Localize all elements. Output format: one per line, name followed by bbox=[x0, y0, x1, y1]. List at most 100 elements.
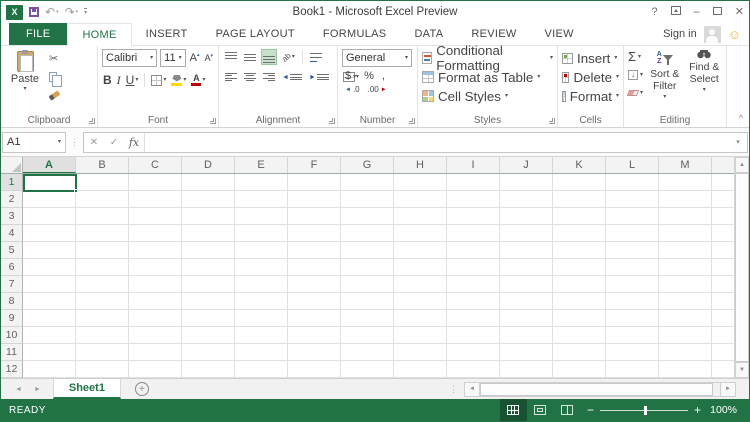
next-sheet-button[interactable]: ► bbox=[34, 386, 41, 393]
cell-D8[interactable] bbox=[182, 293, 235, 310]
previous-sheet-button[interactable]: ◄ bbox=[15, 386, 22, 393]
fill-handle[interactable] bbox=[74, 189, 78, 193]
cell-M12[interactable] bbox=[659, 361, 712, 378]
cell-I11[interactable] bbox=[447, 344, 500, 361]
cell-A5[interactable] bbox=[23, 242, 76, 259]
cell-H5[interactable] bbox=[394, 242, 447, 259]
cell-styles-button[interactable]: Cell Styles▾ bbox=[422, 88, 553, 104]
cell-E2[interactable] bbox=[235, 191, 288, 208]
column-header-K[interactable]: K bbox=[553, 157, 606, 173]
column-header-L[interactable]: L bbox=[606, 157, 659, 173]
cell-D10[interactable] bbox=[182, 327, 235, 344]
column-header-B[interactable]: B bbox=[76, 157, 129, 173]
cell-I1[interactable] bbox=[447, 174, 500, 191]
cell-A12[interactable] bbox=[23, 361, 76, 378]
cell-E12[interactable] bbox=[235, 361, 288, 378]
cell-K10[interactable] bbox=[553, 327, 606, 344]
font-size-combo[interactable]: 11▾ bbox=[160, 49, 185, 67]
cell-E11[interactable] bbox=[235, 344, 288, 361]
cell-A8[interactable] bbox=[23, 293, 76, 310]
insert-function-button[interactable]: fx bbox=[124, 136, 144, 149]
cell-L3[interactable] bbox=[606, 208, 659, 225]
fill-color-button[interactable]: ▾ bbox=[170, 72, 187, 88]
cell-D3[interactable] bbox=[182, 208, 235, 225]
cell-H7[interactable] bbox=[394, 276, 447, 293]
cell-C11[interactable] bbox=[129, 344, 182, 361]
horizontal-scroll-thumb[interactable] bbox=[480, 383, 713, 396]
cell-G12[interactable] bbox=[341, 361, 394, 378]
column-header-E[interactable]: E bbox=[235, 157, 288, 173]
cell-G1[interactable] bbox=[341, 174, 394, 191]
row-header-12[interactable]: 12 bbox=[1, 361, 23, 378]
cancel-button[interactable]: ✕ bbox=[84, 137, 104, 148]
cell-B2[interactable] bbox=[76, 191, 129, 208]
vertical-scroll-thumb[interactable] bbox=[735, 173, 749, 362]
tab-home[interactable]: HOME bbox=[67, 23, 131, 46]
new-sheet-button[interactable]: + bbox=[135, 382, 149, 396]
tab-insert[interactable]: INSERT bbox=[132, 23, 202, 45]
cell-A3[interactable] bbox=[23, 208, 76, 225]
cell-L6[interactable] bbox=[606, 259, 659, 276]
cell-I7[interactable] bbox=[447, 276, 500, 293]
middle-align-button[interactable] bbox=[242, 49, 258, 65]
alignment-dialog-launcher[interactable] bbox=[329, 118, 335, 124]
clipboard-dialog-launcher[interactable] bbox=[89, 118, 95, 124]
cell-K4[interactable] bbox=[553, 225, 606, 242]
cell-J2[interactable] bbox=[500, 191, 553, 208]
cell-M10[interactable] bbox=[659, 327, 712, 344]
column-header-M[interactable]: M bbox=[659, 157, 712, 173]
cell-N7[interactable] bbox=[712, 276, 734, 293]
cell-G10[interactable] bbox=[341, 327, 394, 344]
underline-button[interactable]: U▾ bbox=[125, 72, 140, 88]
cell-L9[interactable] bbox=[606, 310, 659, 327]
borders-button[interactable]: ▾ bbox=[150, 72, 167, 88]
cell-B10[interactable] bbox=[76, 327, 129, 344]
cell-N4[interactable] bbox=[712, 225, 734, 242]
cell-J11[interactable] bbox=[500, 344, 553, 361]
cell-L10[interactable] bbox=[606, 327, 659, 344]
cell-J6[interactable] bbox=[500, 259, 553, 276]
cell-C8[interactable] bbox=[129, 293, 182, 310]
row-header-10[interactable]: 10 bbox=[1, 327, 23, 344]
cell-N11[interactable] bbox=[712, 344, 734, 361]
cell-J4[interactable] bbox=[500, 225, 553, 242]
cell-E6[interactable] bbox=[235, 259, 288, 276]
cell-C10[interactable] bbox=[129, 327, 182, 344]
page-layout-view-button[interactable] bbox=[527, 399, 554, 421]
zoom-slider-handle[interactable] bbox=[644, 406, 647, 415]
cell-J1[interactable] bbox=[500, 174, 553, 191]
copy-button[interactable]: ▾ bbox=[49, 70, 62, 84]
cell-I4[interactable] bbox=[447, 225, 500, 242]
cell-K2[interactable] bbox=[553, 191, 606, 208]
cell-H3[interactable] bbox=[394, 208, 447, 225]
cell-E10[interactable] bbox=[235, 327, 288, 344]
row-header-8[interactable]: 8 bbox=[1, 293, 23, 310]
cell-F5[interactable] bbox=[288, 242, 341, 259]
column-header-J[interactable]: J bbox=[500, 157, 553, 173]
cell-G7[interactable] bbox=[341, 276, 394, 293]
cell-B7[interactable] bbox=[76, 276, 129, 293]
accounting-format-button[interactable]: $▾ bbox=[345, 71, 356, 82]
column-header-C[interactable]: C bbox=[129, 157, 182, 173]
cell-B5[interactable] bbox=[76, 242, 129, 259]
cell-G3[interactable] bbox=[341, 208, 394, 225]
cell-H9[interactable] bbox=[394, 310, 447, 327]
sheet-tab-sheet1[interactable]: Sheet1 bbox=[53, 379, 121, 399]
cell-D1[interactable] bbox=[182, 174, 235, 191]
cell-A2[interactable] bbox=[23, 191, 76, 208]
zoom-out-button[interactable]: − bbox=[581, 404, 600, 416]
cell-N2[interactable] bbox=[712, 191, 734, 208]
cell-K5[interactable] bbox=[553, 242, 606, 259]
row-header-9[interactable]: 9 bbox=[1, 310, 23, 327]
cell-F8[interactable] bbox=[288, 293, 341, 310]
cell-L4[interactable] bbox=[606, 225, 659, 242]
cell-I5[interactable] bbox=[447, 242, 500, 259]
cell-M2[interactable] bbox=[659, 191, 712, 208]
cell-E7[interactable] bbox=[235, 276, 288, 293]
cell-J3[interactable] bbox=[500, 208, 553, 225]
cell-E8[interactable] bbox=[235, 293, 288, 310]
number-dialog-launcher[interactable] bbox=[409, 118, 415, 124]
cell-C9[interactable] bbox=[129, 310, 182, 327]
bottom-align-button[interactable] bbox=[261, 49, 277, 65]
number-format-combo[interactable]: General▾ bbox=[342, 49, 412, 67]
